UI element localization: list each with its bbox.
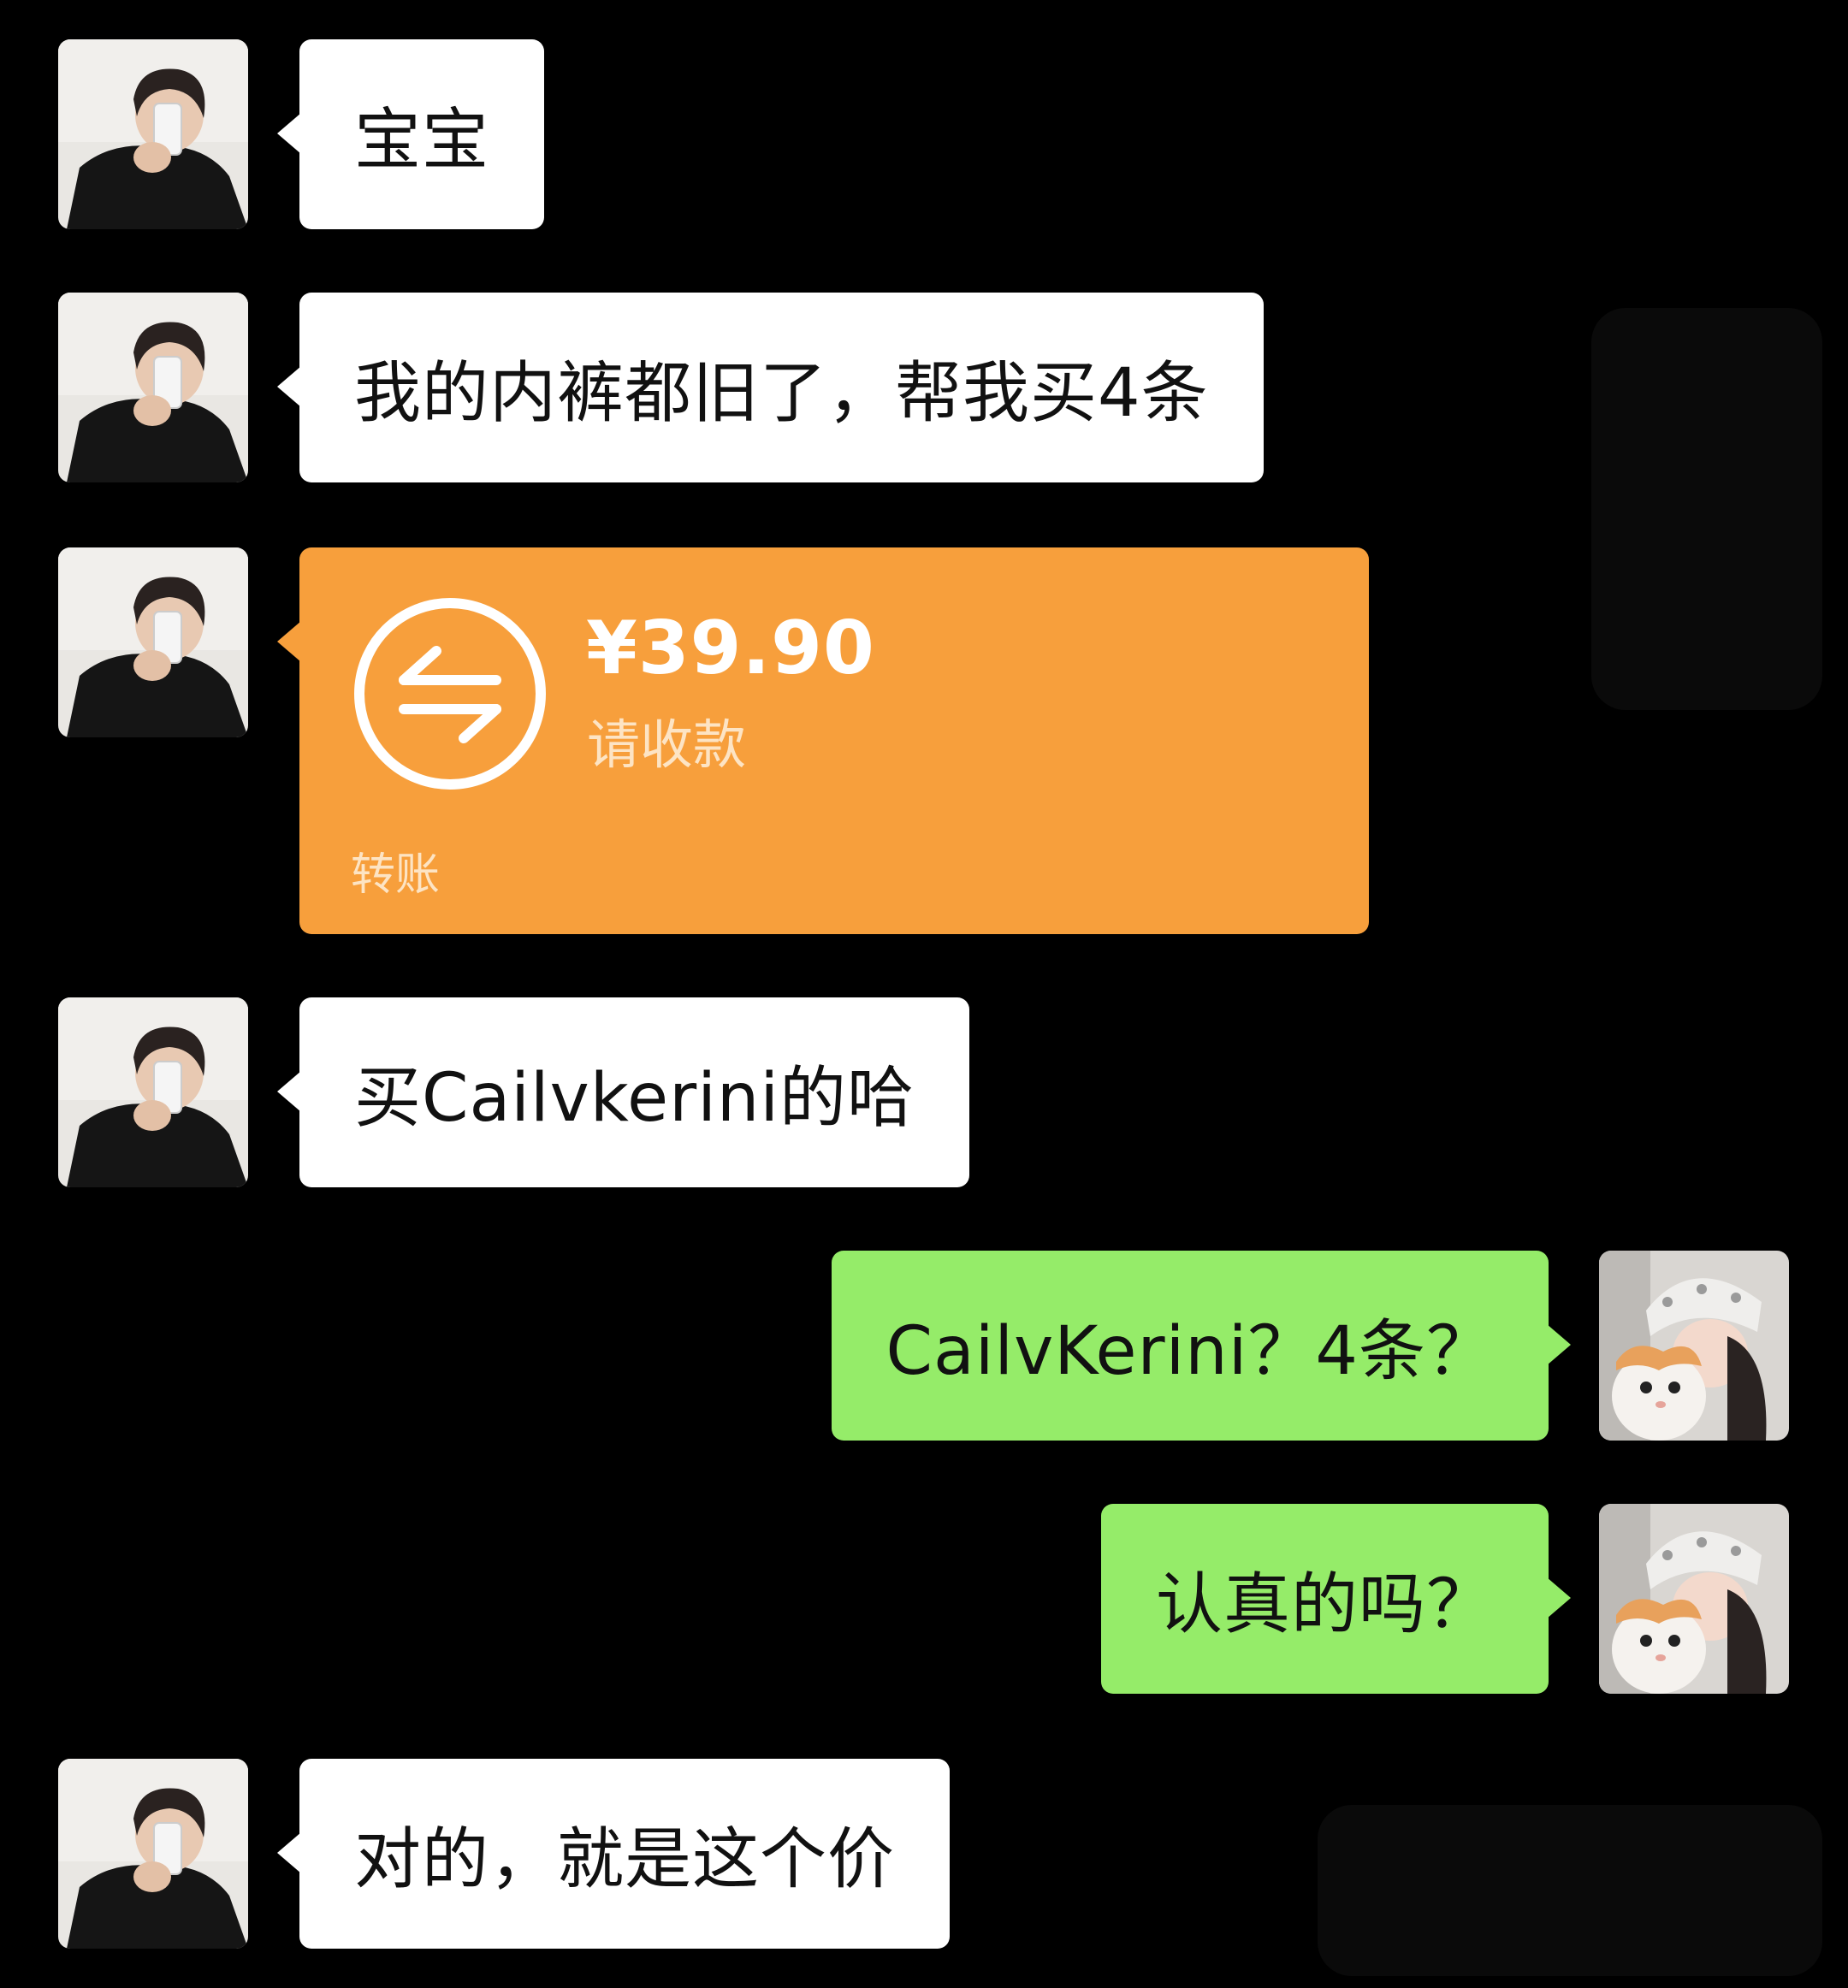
transfer-arrows-icon: [351, 595, 549, 793]
chat-conversation: 宝宝 我的内裤都旧了，帮我买4条 ¥39.90 请收款 转账 买Cailvker…: [0, 0, 1848, 1988]
female-with-cat-avatar-icon: [1599, 1504, 1789, 1694]
male-avatar-icon: [58, 547, 248, 737]
sender-avatar[interactable]: [58, 39, 248, 229]
incoming-message[interactable]: 我的内裤都旧了，帮我买4条: [277, 293, 1264, 482]
message-text: CailvKerini？4条？: [886, 1313, 1494, 1390]
outgoing-message[interactable]: 认真的吗？: [1100, 1504, 1572, 1694]
my-avatar[interactable]: [1599, 1504, 1789, 1694]
incoming-message[interactable]: 宝宝: [276, 39, 545, 229]
female-with-cat-avatar-icon: [1599, 1251, 1789, 1441]
message-text: 对的，就是这个价: [354, 1821, 896, 1898]
transfer-label: 转账: [351, 849, 441, 901]
transfer-status: 请收款: [587, 713, 747, 776]
message-text: 我的内裤都旧了，帮我买4条: [354, 355, 1209, 432]
male-avatar-icon: [58, 997, 248, 1187]
background-shadow: [1318, 1805, 1822, 1976]
message-text: 认真的吗？: [1155, 1566, 1494, 1643]
male-avatar-icon: [58, 1759, 248, 1949]
incoming-message[interactable]: 买Cailvkerini的哈: [277, 997, 969, 1187]
outgoing-message[interactable]: CailvKerini？4条？: [831, 1251, 1571, 1441]
male-avatar-icon: [58, 293, 248, 482]
message-text: 宝宝: [354, 102, 490, 179]
message-text: 买Cailvkerini的哈: [354, 1060, 915, 1137]
sender-avatar[interactable]: [58, 293, 248, 482]
male-avatar-icon: [58, 39, 248, 229]
incoming-message[interactable]: 对的，就是这个价: [276, 1759, 951, 1949]
sender-avatar[interactable]: [58, 547, 248, 737]
background-shadow: [1591, 308, 1822, 710]
sender-avatar[interactable]: [58, 1759, 248, 1949]
my-avatar[interactable]: [1599, 1251, 1789, 1441]
transfer-card[interactable]: ¥39.90 请收款 转账: [277, 547, 1369, 934]
transfer-amount: ¥39.90: [586, 606, 875, 691]
sender-avatar[interactable]: [58, 997, 248, 1187]
